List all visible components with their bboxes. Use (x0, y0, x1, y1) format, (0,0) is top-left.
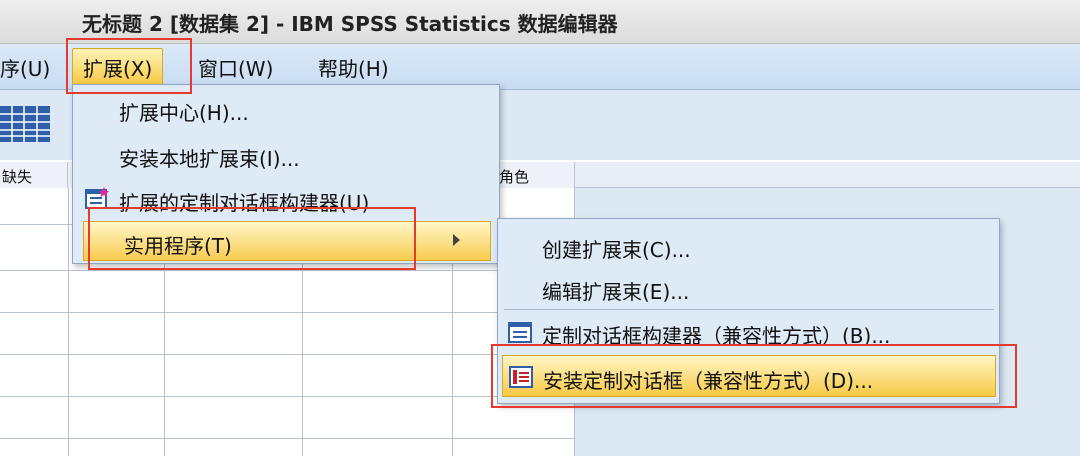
window-title: 无标题 2 [数据集 2] - IBM SPSS Statistics 数据编辑… (82, 12, 618, 36)
annotation-box-utilities (88, 207, 416, 270)
annotation-box-install-dialog (491, 344, 1017, 408)
menu-item-label: 创建扩展束(C)... (542, 238, 691, 262)
dialog-builder-icon (508, 322, 532, 343)
grid-line (0, 438, 575, 439)
annotation-box-extensions (66, 38, 192, 94)
grid-line (0, 396, 575, 397)
grid-line (68, 188, 69, 456)
menu-window[interactable]: 窗口(W) (198, 53, 273, 82)
grid-line (0, 354, 575, 355)
header-role[interactable]: 角色 (497, 162, 575, 188)
menu-item-create-bundle[interactable]: 创建扩展束(C)... (498, 225, 999, 267)
menu-separator (504, 309, 994, 310)
menu-item-edit-bundle[interactable]: 编辑扩展束(E)... (498, 267, 999, 309)
grid-line (0, 270, 575, 271)
menu-item-label: 编辑扩展束(E)... (542, 280, 690, 304)
header-missing[interactable]: 缺失 (0, 162, 68, 188)
grid-line (0, 312, 575, 313)
menu-item-label: 安装本地扩展束(I)... (119, 147, 300, 171)
menu-item-install-local-bundle[interactable]: 安装本地扩展束(I)... (73, 135, 499, 175)
dialog-builder-icon (85, 187, 109, 209)
menu-item-extension-hub[interactable]: 扩展中心(H)... (73, 89, 499, 129)
submenu-arrow-icon (453, 234, 460, 246)
data-view-icon[interactable] (0, 104, 52, 144)
menu-utilities[interactable]: 序(U) (0, 53, 50, 82)
menu-item-label: 扩展中心(H)... (119, 101, 249, 125)
menu-help[interactable]: 帮助(H) (318, 53, 389, 82)
